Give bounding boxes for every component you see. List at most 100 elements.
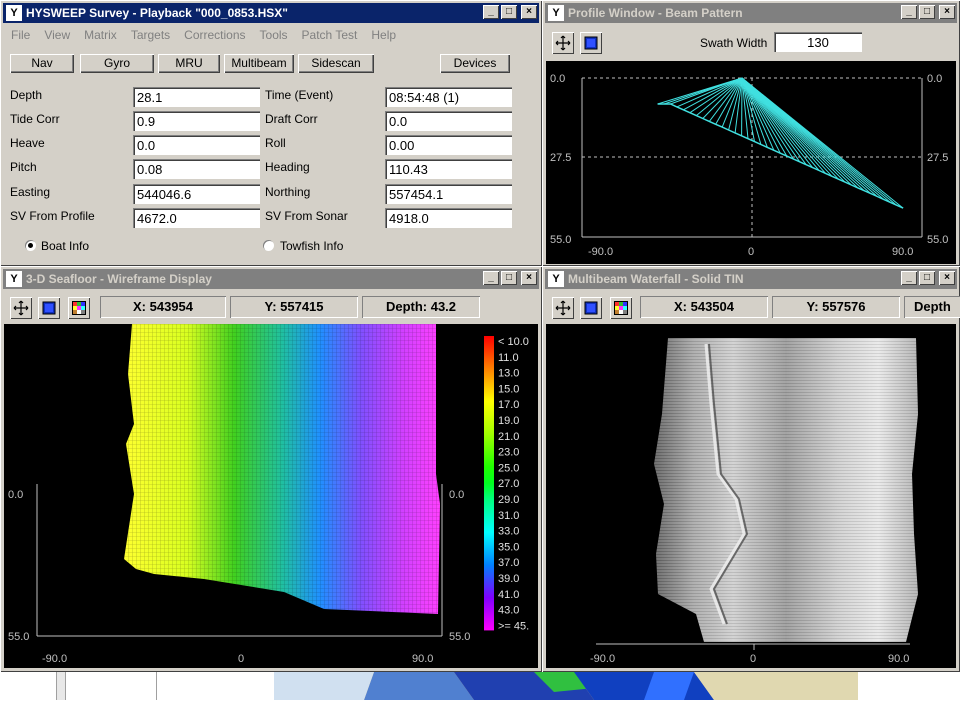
mid-divider — [156, 672, 157, 700]
depth-label: Depth — [10, 88, 43, 102]
heave-field[interactable]: 0.0 — [133, 135, 260, 155]
zoom-tool-button[interactable] — [580, 32, 602, 54]
hysweep-app-icon[interactable]: Y — [6, 5, 22, 21]
zoom-tool-button[interactable] — [580, 297, 602, 319]
beam-pattern-plot: 0.0 0.0 27.5 27.5 55.0 55.0 -90.0 0 90.0 — [546, 61, 956, 264]
pitch-label: Pitch — [10, 160, 37, 174]
depth-field[interactable]: 28.1 — [133, 87, 260, 107]
menu-patch-test[interactable]: Patch Test — [295, 25, 365, 45]
close-button[interactable]: × — [521, 5, 537, 19]
waterfall-x-left: -90.0 — [590, 653, 615, 665]
pan-tool-button[interactable] — [552, 297, 574, 319]
seafloor-x-readout: X: 543954 — [100, 296, 226, 318]
close-button[interactable]: × — [939, 5, 955, 19]
legend-label: 29.0 — [498, 494, 519, 506]
beam-ray — [670, 77, 743, 105]
profile-y-top-right: 0.0 — [927, 73, 942, 85]
menu-file[interactable]: File — [4, 25, 37, 45]
hysweep-app-icon[interactable]: Y — [6, 271, 22, 287]
seafloor-window-controls: _ □ × — [483, 271, 537, 285]
seafloor-titlebar[interactable]: Y 3-D Seafloor - Wireframe Display _ □ × — [3, 269, 539, 289]
waterfall-plot: -90.0 0 90.0 — [546, 324, 956, 668]
legend-label: 13.0 — [498, 368, 519, 380]
beam-ray — [695, 77, 743, 116]
color-palette-button[interactable] — [610, 297, 632, 319]
boat-info-label[interactable]: Boat Info — [41, 239, 89, 253]
close-button[interactable]: × — [521, 271, 537, 285]
profile-window-controls: _ □ × — [901, 5, 955, 19]
beam-fan — [657, 77, 904, 209]
pan-tool-button[interactable] — [552, 32, 574, 54]
swath-width-field[interactable]: 130 — [774, 32, 862, 52]
northing-field[interactable]: 557454.1 — [385, 184, 512, 204]
seafloor-x-left: -90.0 — [42, 653, 67, 665]
boat-info-radio[interactable] — [25, 240, 36, 251]
time-event-field[interactable]: 08:54:48 (1) — [385, 87, 512, 107]
profile-y-top-left: 0.0 — [550, 73, 565, 85]
tide-corr-field[interactable]: 0.9 — [133, 111, 260, 131]
legend-label: 39.0 — [498, 573, 519, 585]
tin-texture — [654, 338, 918, 642]
multibeam-button[interactable]: Multibeam — [224, 54, 294, 73]
sv-from-profile-field[interactable]: 4672.0 — [133, 208, 260, 228]
towfish-info-label[interactable]: Towfish Info — [280, 239, 343, 253]
hysweep-app-icon[interactable]: Y — [548, 5, 564, 21]
zoom-tool-button[interactable] — [38, 297, 60, 319]
hysweep-app-icon[interactable]: Y — [548, 271, 564, 287]
seafloor-right-bottom: 55.0 — [449, 631, 470, 643]
heading-field[interactable]: 110.43 — [385, 159, 512, 179]
minimize-button[interactable]: _ — [483, 5, 499, 19]
seafloor-window: Y 3-D Seafloor - Wireframe Display _ □ ×… — [0, 266, 542, 672]
profile-titlebar[interactable]: Y Profile Window - Beam Pattern _ □ × — [545, 3, 957, 23]
legend-label: 37.0 — [498, 557, 519, 569]
maximize-button[interactable]: □ — [919, 271, 935, 285]
legend-label: 25.0 — [498, 462, 519, 474]
legend-label: >= 45. — [498, 620, 529, 632]
maximize-button[interactable]: □ — [919, 5, 935, 19]
waterfall-window: Y Multibeam Waterfall - Solid TIN _ □ × … — [542, 266, 960, 672]
survey-titlebar[interactable]: Y HYSWEEP Survey - Playback "000_0853.HS… — [3, 3, 539, 23]
minimize-button[interactable]: _ — [483, 271, 499, 285]
profile-title: Profile Window - Beam Pattern — [568, 6, 743, 20]
draft-corr-field[interactable]: 0.0 — [385, 111, 512, 131]
menu-matrix[interactable]: Matrix — [77, 25, 124, 45]
waterfall-x-right: 90.0 — [888, 653, 909, 665]
nav-button[interactable]: Nav — [10, 54, 74, 73]
close-button[interactable]: × — [939, 271, 955, 285]
menu-corrections[interactable]: Corrections — [177, 25, 252, 45]
devices-button[interactable]: Devices — [440, 54, 510, 73]
minimize-button[interactable]: _ — [901, 5, 917, 19]
menu-help[interactable]: Help — [364, 25, 403, 45]
menu-targets[interactable]: Targets — [124, 25, 177, 45]
gyro-button[interactable]: Gyro — [80, 54, 154, 73]
waterfall-titlebar[interactable]: Y Multibeam Waterfall - Solid TIN _ □ × — [545, 269, 957, 289]
mru-button[interactable]: MRU — [158, 54, 220, 73]
color-palette-button[interactable] — [68, 297, 90, 319]
depth-color-legend: < 10.0 11.0 13.0 15.0 17.0 19.0 21.0 23.0 25.0 27… — [484, 336, 529, 632]
legend-label: 41.0 — [498, 589, 519, 601]
easting-field[interactable]: 544046.6 — [133, 184, 260, 204]
sv-from-sonar-field[interactable]: 4918.0 — [385, 208, 512, 228]
profile-y-mid-right: 27.5 — [927, 152, 948, 164]
sidescan-button[interactable]: Sidescan — [298, 54, 374, 73]
menu-view[interactable]: View — [37, 25, 77, 45]
pan-tool-button[interactable] — [10, 297, 32, 319]
blue-square-icon — [584, 36, 598, 50]
roll-field[interactable]: 0.00 — [385, 135, 512, 155]
profile-x-left: -90.0 — [588, 246, 613, 258]
legend-label: 21.0 — [498, 431, 519, 443]
minimize-button[interactable]: _ — [901, 271, 917, 285]
seafloor-title: 3-D Seafloor - Wireframe Display — [26, 272, 212, 286]
sv-from-sonar-label: SV From Sonar — [265, 209, 348, 223]
northing-label: Northing — [265, 185, 311, 199]
easting-label: Easting — [10, 185, 51, 199]
pitch-field[interactable]: 0.08 — [133, 159, 260, 179]
towfish-info-radio[interactable] — [263, 240, 274, 251]
menu-bar: File View Matrix Targets Corrections Too… — [4, 25, 403, 45]
legend-label: 11.0 — [498, 352, 519, 364]
maximize-button[interactable]: □ — [501, 271, 517, 285]
maximize-button[interactable]: □ — [501, 5, 517, 19]
seafloor-y-readout: Y: 557415 — [230, 296, 358, 318]
left-divider — [56, 672, 66, 700]
menu-tools[interactable]: Tools — [253, 25, 295, 45]
